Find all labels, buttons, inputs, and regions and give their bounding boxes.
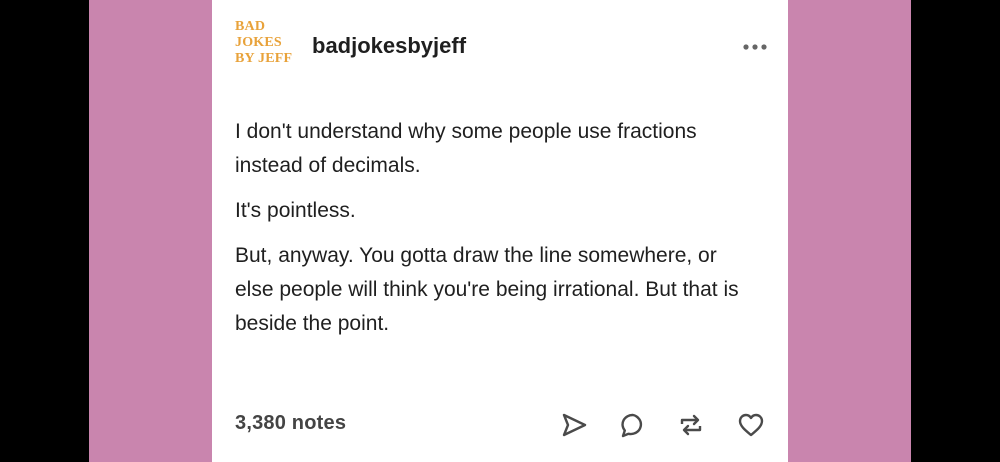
like-icon [738, 413, 764, 437]
reblog-button[interactable] [676, 410, 706, 440]
post-card: BAD JOKES BY JEFF badjokesbyjeff I don't… [212, 0, 788, 462]
share-icon [562, 413, 587, 437]
avatar-line-3: BY JEFF [235, 51, 293, 66]
reply-icon [621, 413, 643, 438]
avatar-line-1: BAD [235, 19, 266, 34]
username[interactable]: badjokesbyjeff [312, 33, 466, 59]
share-button[interactable] [559, 410, 589, 440]
more-icon [743, 44, 767, 50]
right-background-panel [788, 0, 911, 462]
avatar[interactable]: BAD JOKES BY JEFF [235, 19, 299, 77]
post-paragraph-2: It's pointless. [235, 199, 356, 222]
post-body: I don't understand why some people use f… [235, 115, 755, 352]
screen-frame: BAD JOKES BY JEFF badjokesbyjeff I don't… [0, 0, 1000, 462]
reply-button[interactable] [618, 410, 648, 440]
post-footer: 3,380 notes [212, 400, 788, 450]
post-paragraph-1: I don't understand why some people use f… [235, 120, 697, 177]
notes-count[interactable]: 3,380 notes [235, 412, 346, 435]
avatar-line-2: JOKES [235, 35, 282, 50]
reblog-icon [680, 414, 702, 436]
like-button[interactable] [736, 410, 766, 440]
left-background-panel [89, 0, 212, 462]
post-paragraph-3: But, anyway. You gotta draw the line som… [235, 244, 739, 335]
more-options-button[interactable] [740, 40, 770, 52]
